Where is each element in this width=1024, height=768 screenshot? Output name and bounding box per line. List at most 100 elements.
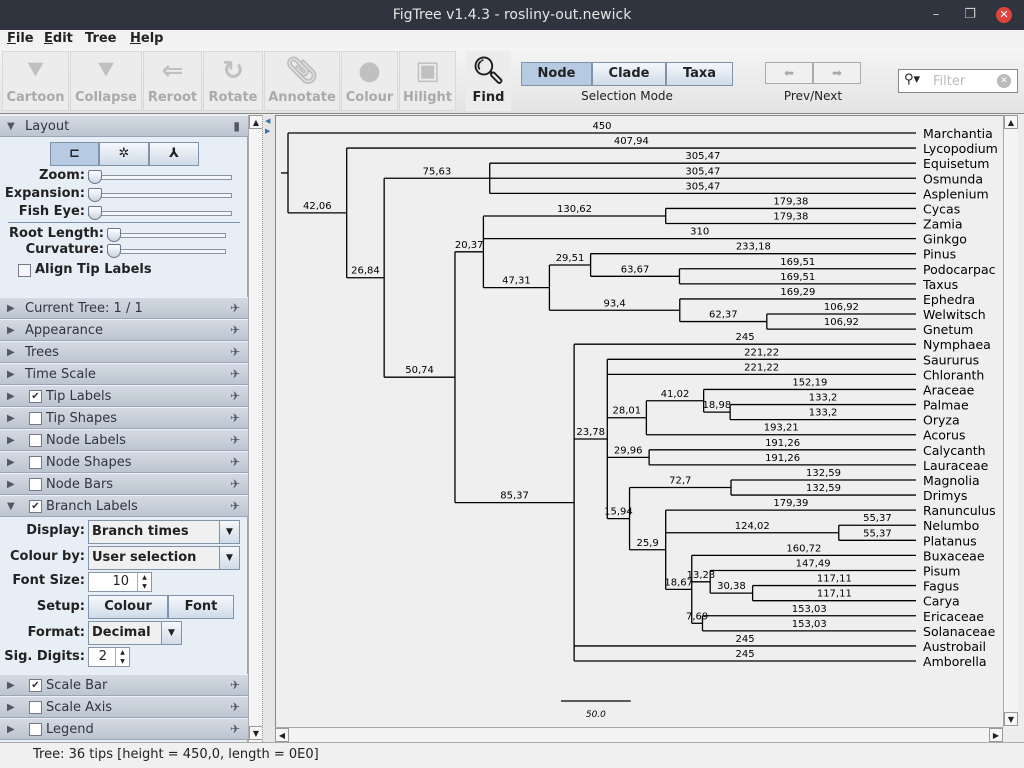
splitter-right-arrow-icon[interactable]: ▶ <box>265 127 270 135</box>
section-node-bars[interactable]: ▶ Node Bars ✈ <box>0 473 248 495</box>
menu-edit[interactable]: Edit <box>44 31 73 46</box>
tree-horizontal-scrollbar[interactable]: ◀ ▶ <box>275 727 1003 742</box>
section-node-labels[interactable]: ▶ Node Labels ✈ <box>0 429 248 451</box>
section-checkbox[interactable] <box>29 701 42 714</box>
maximize-button[interactable]: ❐ <box>962 7 978 23</box>
mnemonic: F <box>7 31 16 46</box>
reroot-button[interactable]: ⇐ Reroot <box>143 51 202 111</box>
pin-icon[interactable]: ✈ <box>230 430 240 451</box>
section-scale-bar[interactable]: ▶ ✔ Scale Bar ✈ <box>0 674 248 696</box>
sig-digits-spinner[interactable]: 2 ▲ ▼ <box>88 647 130 667</box>
pin-icon[interactable]: ✈ <box>230 496 240 517</box>
section-trees[interactable]: ▶ Trees ✈ <box>0 341 248 363</box>
pin-icon[interactable]: ✈ <box>230 452 240 473</box>
menu-help[interactable]: Help <box>130 31 163 46</box>
selection-mode-taxa[interactable]: Taxa <box>666 62 733 86</box>
expansion-slider-thumb[interactable] <box>88 188 102 202</box>
section-tip-shapes[interactable]: ▶ Tip Shapes ✈ <box>0 407 248 429</box>
fisheye-slider-thumb[interactable] <box>88 206 102 220</box>
next-button[interactable]: ➡ <box>813 62 861 84</box>
section-time-scale[interactable]: ▶ Time Scale ✈ <box>0 363 248 385</box>
splitter-left-arrow-icon[interactable]: ◀ <box>265 117 270 125</box>
pin-icon[interactable]: ✈ <box>230 697 240 718</box>
pin-icon[interactable]: ✈ <box>230 675 240 696</box>
clear-icon[interactable]: ✕ <box>997 74 1011 88</box>
section-appearance[interactable]: ▶ Appearance ✈ <box>0 319 248 341</box>
pin-icon[interactable]: ▮ <box>233 116 240 137</box>
scroll-right-icon[interactable]: ▶ <box>989 728 1003 742</box>
menu-tree[interactable]: Tree <box>85 31 116 46</box>
root-length-slider-thumb[interactable] <box>107 228 121 242</box>
pin-icon[interactable]: ✈ <box>230 342 240 363</box>
section-tip-labels[interactable]: ▶ ✔ Tip Labels ✈ <box>0 385 248 407</box>
zoom-slider[interactable] <box>88 175 232 180</box>
close-button[interactable]: ✕ <box>996 7 1012 23</box>
branch-label: 20,37 <box>455 240 484 251</box>
font-size-spinner[interactable]: 10 ▲ ▼ <box>88 572 152 592</box>
menu-file[interactable]: File <box>7 31 34 46</box>
scroll-down-icon[interactable]: ▼ <box>249 726 263 740</box>
colour-button[interactable]: ● Colour <box>341 51 398 111</box>
layout-radial-button[interactable]: ⅄ <box>149 142 199 166</box>
selection-mode-clade[interactable]: Clade <box>592 62 666 86</box>
pin-icon[interactable]: ✈ <box>230 719 240 740</box>
prev-button[interactable]: ⬅ <box>765 62 813 84</box>
annotate-button[interactable]: 📎︎ Annotate <box>264 51 340 111</box>
section-scale-axis[interactable]: ▶ Scale Axis ✈ <box>0 696 248 718</box>
scroll-down-icon[interactable]: ▼ <box>1004 712 1018 726</box>
pin-icon[interactable]: ✈ <box>230 320 240 341</box>
colour-setup-button[interactable]: Colour <box>88 595 168 619</box>
section-checkbox[interactable] <box>29 478 42 491</box>
rotate-button[interactable]: ↻ Rotate <box>203 51 263 111</box>
left-panel-scrollbar[interactable]: ▲ ▼ <box>248 115 263 742</box>
section-checkbox[interactable]: ✔ <box>29 390 42 403</box>
pin-icon[interactable]: ✈ <box>230 474 240 495</box>
selection-mode-node[interactable]: Node <box>521 62 592 86</box>
layout-polar-button[interactable]: ✲ <box>99 142 149 166</box>
scroll-left-icon[interactable]: ◀ <box>275 728 289 742</box>
section-legend[interactable]: ▶ Legend ✈ <box>0 718 248 740</box>
section-current-tree-1-1[interactable]: ▶ Current Tree: 1 / 1 ✈ <box>0 297 248 319</box>
polar-tree-icon: ✲ <box>118 146 130 161</box>
section-checkbox[interactable]: ✔ <box>29 679 42 692</box>
root-length-slider[interactable] <box>107 233 226 238</box>
tree-vertical-scrollbar[interactable]: ▲ ▼ <box>1003 115 1018 727</box>
pin-icon[interactable]: ✈ <box>230 408 240 429</box>
align-tip-labels-checkbox[interactable] <box>18 264 31 277</box>
tree-svg[interactable]: 450 Marchantia 42,06 407,94 Lycopodium 26,84 7… <box>276 116 1004 728</box>
section-checkbox[interactable] <box>29 723 42 736</box>
pin-icon[interactable]: ✈ <box>230 298 240 319</box>
fisheye-slider[interactable] <box>88 211 232 216</box>
cartoon-button[interactable]: ⯆ Cartoon <box>2 51 69 111</box>
pin-icon[interactable]: ✈ <box>230 386 240 407</box>
scroll-up-icon[interactable]: ▲ <box>249 115 263 129</box>
minimize-button[interactable]: – <box>928 7 944 23</box>
tree-canvas[interactable]: 450 Marchantia 42,06 407,94 Lycopodium 26,84 7… <box>275 115 1003 727</box>
display-combo[interactable]: Branch times ▼ <box>88 520 240 544</box>
format-combo[interactable]: Decimal ▼ <box>88 621 182 645</box>
branch-label: 41,02 <box>661 389 690 400</box>
pin-icon[interactable]: ✈ <box>230 364 240 385</box>
curvature-slider[interactable] <box>107 249 226 254</box>
hilight-button[interactable]: ▣ Hilight <box>399 51 456 111</box>
section-checkbox[interactable] <box>29 412 42 425</box>
section-branch-labels[interactable]: ▼ ✔ Branch Labels ✈ <box>0 495 248 517</box>
spinner-arrows-icon[interactable]: ▲ ▼ <box>115 648 129 666</box>
colour-by-combo[interactable]: User selection ▼ <box>88 546 240 570</box>
section-node-shapes[interactable]: ▶ Node Shapes ✈ <box>0 451 248 473</box>
find-button[interactable]: 🔍︎ Find <box>466 51 511 111</box>
zoom-slider-thumb[interactable] <box>88 170 102 184</box>
section-checkbox[interactable] <box>29 456 42 469</box>
filter-input[interactable]: ⚲▾ Filter ✕ <box>898 69 1018 93</box>
collapse-button[interactable]: ⯆ Collapse <box>70 51 142 111</box>
section-layout[interactable]: ▼ Layout ▮ <box>0 115 248 137</box>
layout-rectangular-button[interactable]: ⊏ <box>50 142 99 166</box>
expansion-slider[interactable] <box>88 193 232 198</box>
curvature-slider-thumb[interactable] <box>107 244 121 258</box>
spinner-arrows-icon[interactable]: ▲ ▼ <box>137 573 151 591</box>
font-setup-button[interactable]: Font <box>168 595 234 619</box>
section-checkbox[interactable] <box>29 434 42 447</box>
scroll-up-icon[interactable]: ▲ <box>1004 115 1018 129</box>
section-checkbox[interactable]: ✔ <box>29 500 42 513</box>
splitter[interactable]: ◀ ▶ <box>262 115 275 742</box>
